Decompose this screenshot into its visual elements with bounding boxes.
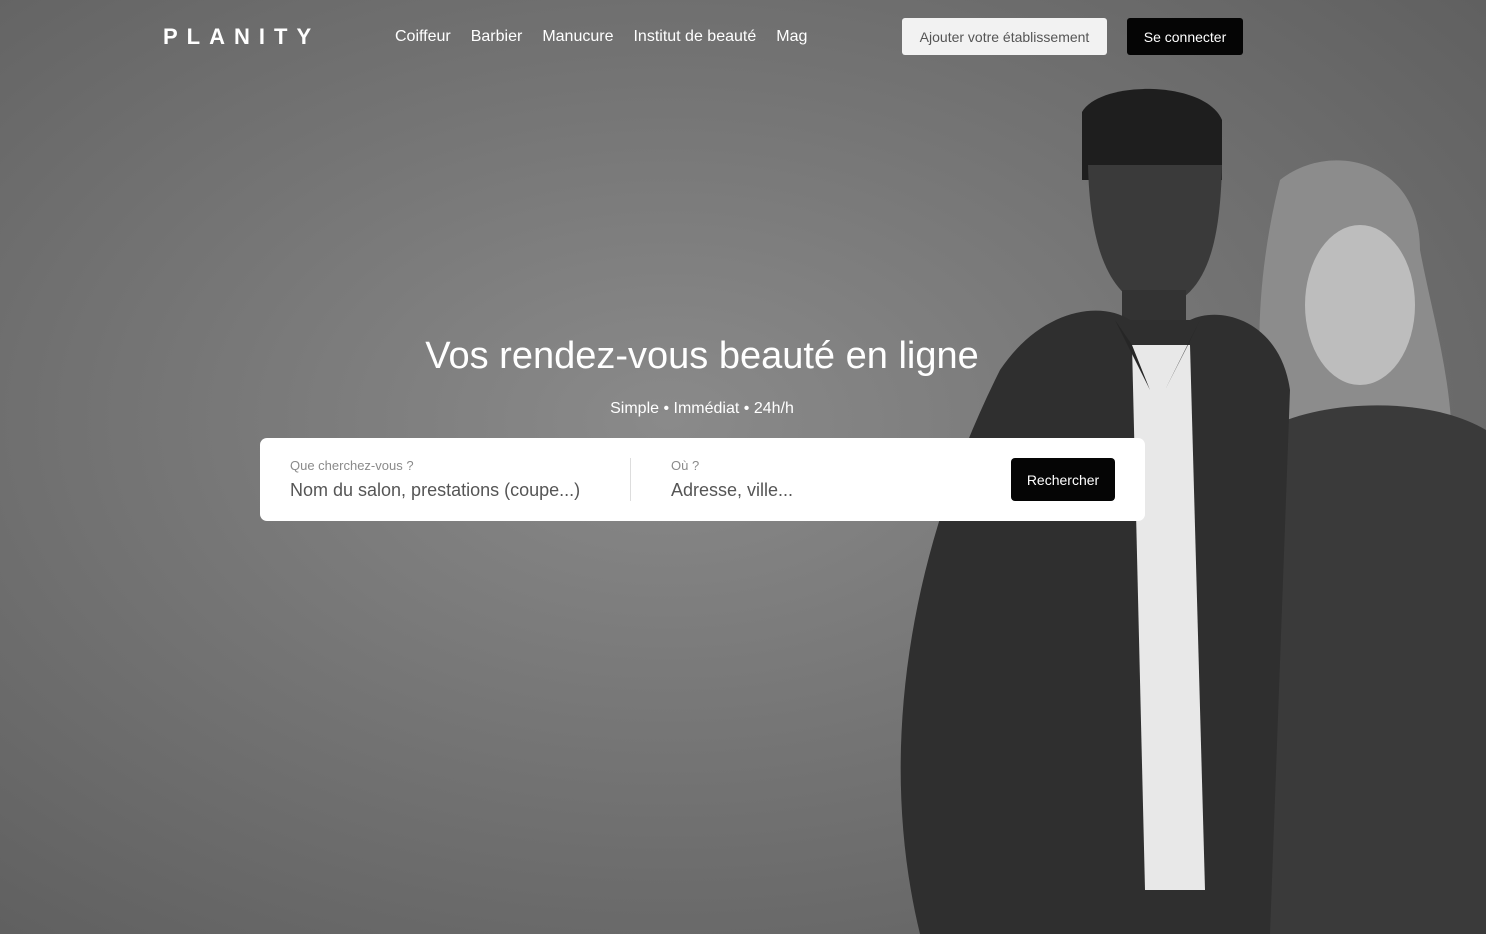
add-business-button[interactable]: Ajouter votre établissement <box>902 18 1107 55</box>
hero-section: PLANITY Coiffeur Barbier Manucure Instit… <box>0 0 1486 934</box>
what-field-group: Que cherchez-vous ? <box>290 458 610 501</box>
where-field-group: Où ? <box>671 458 991 501</box>
what-search-input[interactable] <box>290 479 610 501</box>
search-divider <box>630 458 631 501</box>
nav-link-institut-de-beaute[interactable]: Institut de beauté <box>633 26 756 48</box>
nav-link-mag[interactable]: Mag <box>776 26 807 48</box>
nav-link-barbier[interactable]: Barbier <box>471 26 523 48</box>
search-form: Que cherchez-vous ? Où ? Rechercher <box>260 438 1145 521</box>
where-search-input[interactable] <box>671 479 991 501</box>
hero-headline: Vos rendez-vous beauté en ligne <box>425 335 979 377</box>
login-button[interactable]: Se connecter <box>1127 18 1243 55</box>
nav-link-manucure[interactable]: Manucure <box>542 26 613 48</box>
main-nav: Coiffeur Barbier Manucure Institut de be… <box>395 26 807 48</box>
top-header: PLANITY Coiffeur Barbier Manucure Instit… <box>0 0 1486 74</box>
hero-tagline: Simple • Immédiat • 24h/h <box>610 400 794 417</box>
where-field-label: Où ? <box>671 458 700 473</box>
planity-logo[interactable]: PLANITY <box>163 24 320 50</box>
what-field-label: Que cherchez-vous ? <box>290 458 414 473</box>
search-button[interactable]: Rechercher <box>1011 458 1115 501</box>
nav-link-coiffeur[interactable]: Coiffeur <box>395 26 451 48</box>
